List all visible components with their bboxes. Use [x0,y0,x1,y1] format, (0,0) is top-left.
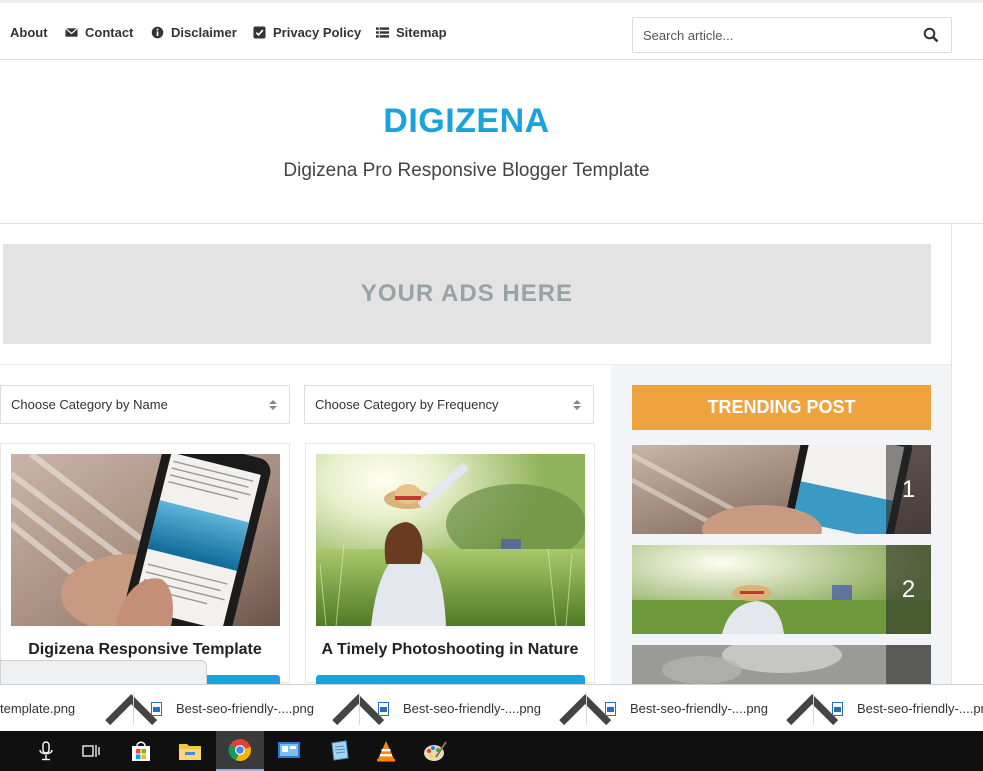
download-item[interactable]: Best-seo-friendly-....png [605,685,768,732]
divider [359,693,360,725]
check-square-icon [253,26,266,39]
paint-icon[interactable] [411,731,459,771]
trending-post-heading: TRENDING POST [632,385,931,430]
post-card: A Timely Photoshooting in Nature [305,443,595,685]
trending-item[interactable]: 1 [632,445,931,534]
divider [813,693,814,725]
download-item[interactable]: Best-seo-friendly-....png [378,685,541,732]
file-explorer-icon[interactable] [166,731,214,771]
nav-privacy-label: Privacy Policy [273,25,362,40]
download-filename: Best-seo-friendly-....png [857,701,983,716]
post-thumbnail-phone[interactable] [11,454,280,626]
post-thumbnail-nature[interactable] [316,454,585,626]
nav-sitemap-label: Sitemap [396,25,447,40]
vlc-icon[interactable] [362,731,410,771]
download-item[interactable]: Best-seo-friendly-....png [832,685,983,732]
download-filename: template.png [0,701,76,716]
nav-contact[interactable]: Contact [65,25,133,40]
download-filename: Best-seo-friendly-....png [403,701,542,716]
nav-about[interactable]: About [10,25,48,40]
phone-image [11,454,280,626]
divider [586,693,587,725]
store-icon[interactable] [117,731,165,771]
image-file-icon [151,701,162,716]
select-arrows-icon [573,400,581,410]
nav-disclaimer-label: Disclaimer [171,25,237,40]
list-icon [376,27,389,38]
nav-contact-label: Contact [85,25,134,40]
task-view-icon[interactable] [67,731,115,771]
info-circle-icon [151,26,164,39]
divider [133,693,134,725]
trending-item[interactable] [632,645,931,685]
microphone-icon[interactable] [22,731,70,771]
download-filename: Best-seo-friendly-....png [630,701,769,716]
site-header: DIGIZENA Digizena Pro Responsive Blogger… [0,60,983,224]
search-icon[interactable] [923,27,939,43]
download-bar: template.png Best-seo-friendly-....png B… [0,684,983,731]
download-item[interactable]: Best-seo-friendly-....png [151,685,314,732]
nav-privacy-policy[interactable]: Privacy Policy [253,25,361,40]
envelope-icon [65,27,78,37]
top-nav: About Contact Disclaimer Privacy Policy … [0,0,983,60]
search-box [632,17,952,53]
image-file-icon [605,701,616,716]
category-by-frequency-select[interactable]: Choose Category by Frequency [304,385,594,424]
nav-about-label: About [10,25,48,40]
select-arrows-icon [269,400,277,410]
page: About Contact Disclaimer Privacy Policy … [0,0,983,771]
taskbar [0,731,983,771]
trending-rank: 1 [886,445,931,534]
site-title[interactable]: DIGIZENA [0,102,933,141]
image-file-icon [832,701,843,716]
post-title[interactable]: A Timely Photoshooting in Nature [306,641,594,659]
trending-item[interactable]: 2 [632,545,931,634]
post-title[interactable]: Digizena Responsive Template [1,641,289,659]
nature-image [316,454,585,626]
control-panel-icon[interactable] [265,731,313,771]
chrome-icon[interactable] [216,731,264,771]
download-item[interactable]: template.png [0,685,75,732]
select-value: Choose Category by Frequency [315,397,499,412]
search-input[interactable] [633,18,913,52]
ad-banner[interactable]: YOUR ADS HERE [3,244,931,344]
select-value: Choose Category by Name [11,397,168,412]
trending-rank: 2 [886,545,931,634]
content-border [951,224,952,684]
post-card: Digizena Responsive Template [0,443,290,685]
nav-disclaimer[interactable]: Disclaimer [151,25,237,40]
site-description: Digizena Pro Responsive Blogger Template [283,160,650,181]
category-by-name-select[interactable]: Choose Category by Name [0,385,290,424]
nav-sitemap[interactable]: Sitemap [376,25,447,40]
trending-rank [886,645,931,685]
download-filename: Best-seo-friendly-....png [176,701,315,716]
notepad-icon[interactable] [315,731,363,771]
image-file-icon [378,701,389,716]
